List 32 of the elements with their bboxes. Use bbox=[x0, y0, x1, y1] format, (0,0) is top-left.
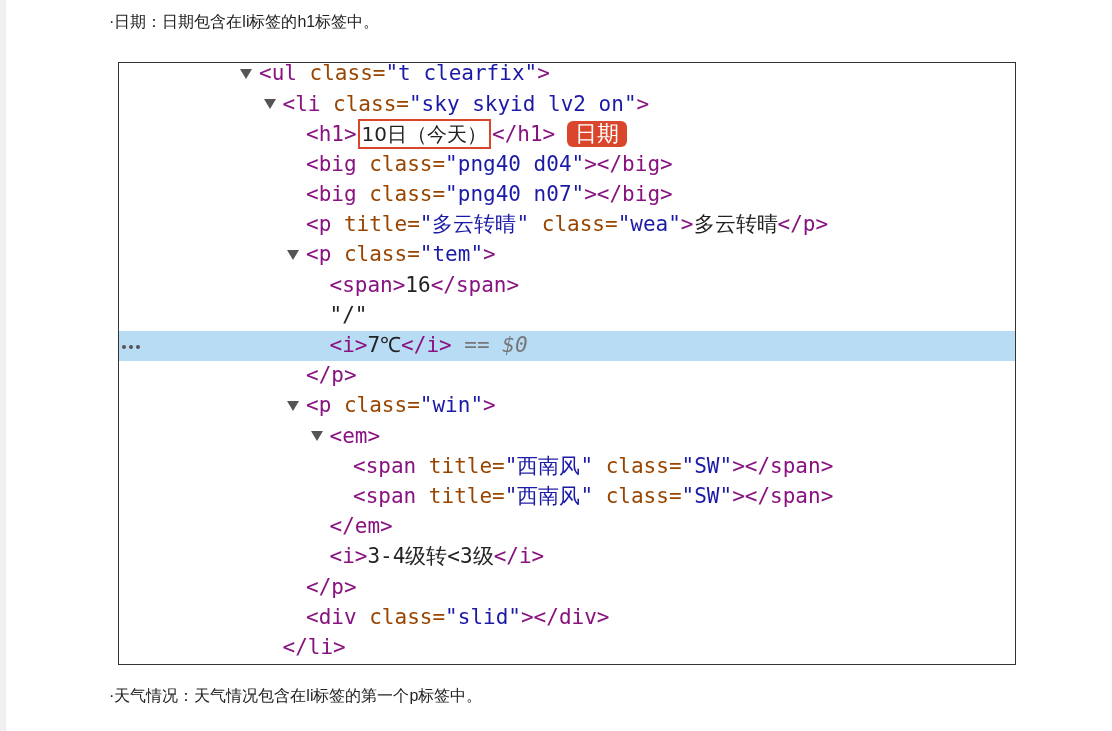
expand-triangle-icon[interactable] bbox=[309, 430, 324, 443]
code-text: </li> bbox=[282, 633, 346, 661]
code-text: <span>16</span> bbox=[329, 271, 520, 299]
expand-triangle-icon[interactable] bbox=[239, 68, 253, 81]
code-text: <ul class="t clearfix"> bbox=[259, 63, 550, 88]
code-text: <i>7℃</i> == $0 bbox=[329, 332, 528, 360]
selected-row[interactable]: <i>7℃</i> == $0 bbox=[119, 330, 1015, 361]
code-text: <big class="png40 d04"></big> bbox=[306, 150, 673, 178]
code-text: <p class="tem"> bbox=[306, 241, 496, 269]
paragraph: ·天气情况：天气情况包含在li标签的第一个p标签中。 bbox=[109, 686, 484, 706]
highlighted-text: 10日（今天） bbox=[357, 119, 492, 150]
label-badge: 日期 bbox=[567, 121, 628, 148]
code-text: </p> bbox=[306, 573, 357, 601]
code-text: <li class="sky skyid lv2 on"> bbox=[282, 90, 650, 118]
expand-triangle-icon[interactable] bbox=[286, 400, 300, 413]
more-icon[interactable] bbox=[121, 343, 141, 350]
code-text: </h1> bbox=[492, 120, 556, 148]
code-text: <em> bbox=[329, 422, 381, 450]
code-text: <div class="slid"></div> bbox=[306, 603, 610, 631]
code-text: </em> bbox=[329, 513, 393, 541]
expand-triangle-icon[interactable] bbox=[286, 249, 300, 262]
code-text: <span title="西南风" class="SW"></span> bbox=[353, 482, 834, 510]
paragraph: ·日期：日期包含在li标签的h1标签中。 bbox=[109, 12, 381, 32]
code-text: </p> bbox=[306, 362, 357, 390]
code-text: <h1> bbox=[306, 120, 357, 148]
code-text: "/" bbox=[329, 301, 368, 329]
code-text: <big class="png40 n07"></big> bbox=[306, 181, 673, 209]
expand-triangle-icon[interactable] bbox=[262, 98, 277, 111]
code-text: <p class="win"> bbox=[306, 392, 496, 420]
code-text: <p title="多云转晴" class="wea">多云转晴</p> bbox=[306, 211, 829, 239]
code-text: <span title="西南风" class="SW"></span> bbox=[353, 452, 834, 480]
code-text: <i>3-4级转<3级</i> bbox=[329, 543, 545, 571]
